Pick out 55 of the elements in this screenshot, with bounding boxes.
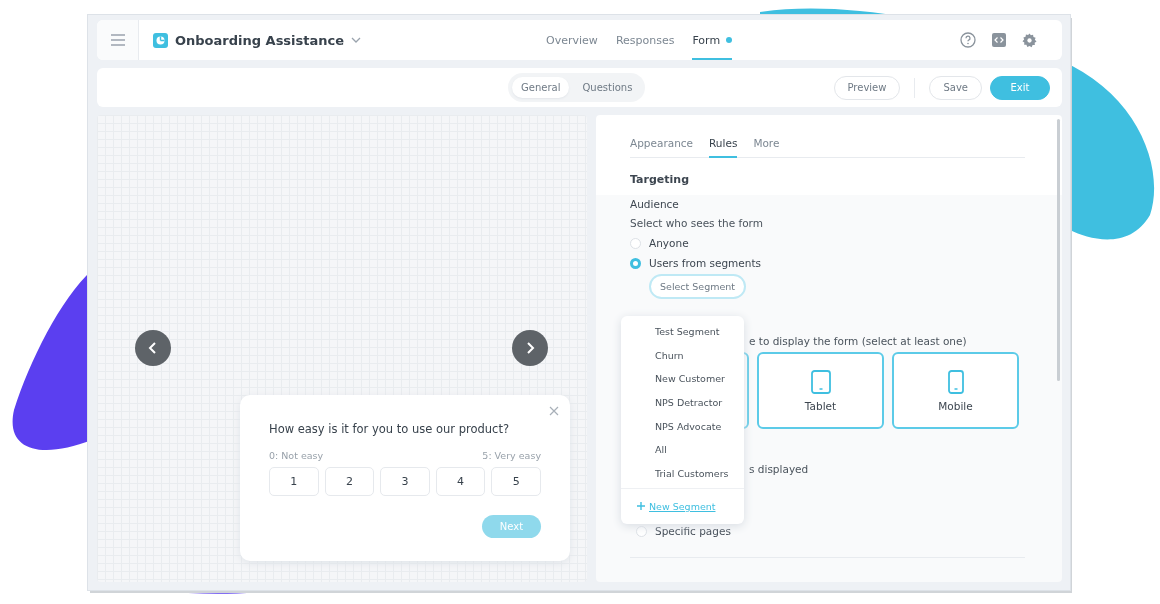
- view-toggle[interactable]: General: [512, 77, 570, 98]
- plus-icon: [637, 502, 645, 511]
- app-logo-icon: [153, 32, 168, 48]
- settings-tab[interactable]: Rules: [709, 137, 738, 158]
- settings-icon[interactable]: [1022, 32, 1037, 48]
- field-label: s displayed: [749, 463, 809, 475]
- menu-icon[interactable]: [109, 34, 126, 46]
- radio-label: Anyone: [649, 237, 689, 249]
- previous-button[interactable]: [135, 330, 171, 366]
- rating-option[interactable]: 1: [269, 467, 319, 496]
- action-button[interactable]: Preview: [833, 75, 901, 100]
- select-segment-button[interactable]: Select Segment: [649, 274, 747, 299]
- nav-tab[interactable]: Overview: [546, 22, 598, 60]
- chevron-left-icon: [148, 342, 158, 354]
- hint-text: Select who sees the form: [630, 217, 763, 229]
- action-button[interactable]: Save: [929, 75, 982, 100]
- rating-option[interactable]: 2: [324, 467, 375, 496]
- radio-label: Specific pages: [655, 525, 731, 537]
- device-card[interactable]: Tablet: [757, 352, 884, 429]
- segment-option[interactable]: NPS Advocate: [621, 414, 744, 439]
- segment-option[interactable]: Churn: [621, 343, 744, 368]
- device-label: Tablet: [804, 399, 837, 412]
- mobile-icon: [947, 369, 964, 394]
- nav-tab[interactable]: Responses: [615, 22, 675, 60]
- view-toggle[interactable]: Questions: [573, 77, 642, 98]
- radio-label: Users from segments: [649, 257, 762, 269]
- segment-option[interactable]: Trial Customers: [621, 462, 744, 486]
- section-heading: Targeting: [630, 173, 689, 186]
- rating-option[interactable]: 4: [435, 467, 486, 496]
- field-label: Audience: [630, 198, 679, 210]
- question-text: How easy is it for you to use our product?: [269, 422, 511, 436]
- scale-label: 5: Very easy: [482, 450, 541, 461]
- segment-option[interactable]: All: [621, 438, 744, 463]
- chevron-right-icon: [525, 342, 535, 354]
- device-label: Mobile: [938, 399, 973, 412]
- nav-tab[interactable]: Form: [692, 22, 733, 60]
- tablet-icon: [810, 369, 831, 394]
- settings-tab[interactable]: More: [753, 137, 780, 158]
- segment-option[interactable]: NPS Detractor: [621, 391, 744, 415]
- rating-option[interactable]: 5: [491, 467, 541, 496]
- scrollbar[interactable]: [1057, 119, 1060, 381]
- help-icon[interactable]: [960, 32, 976, 48]
- segment-option[interactable]: Test Segment: [621, 320, 744, 344]
- form-title: Onboarding Assistance: [175, 32, 345, 48]
- hint-text: e to display the form (select at least one): [749, 335, 967, 347]
- device-card[interactable]: Mobile: [892, 352, 1019, 429]
- code-icon[interactable]: [992, 33, 1006, 47]
- radio-button[interactable]: [630, 257, 641, 269]
- settings-tab[interactable]: Appearance: [630, 137, 694, 158]
- close-icon[interactable]: [549, 406, 559, 416]
- chevron-down-icon[interactable]: [351, 37, 362, 43]
- next-arrow-button[interactable]: [512, 330, 548, 366]
- segment-option[interactable]: New Customer: [621, 367, 744, 392]
- rating-option[interactable]: 3: [380, 467, 430, 496]
- scale-label: 0: Not easy: [269, 450, 324, 461]
